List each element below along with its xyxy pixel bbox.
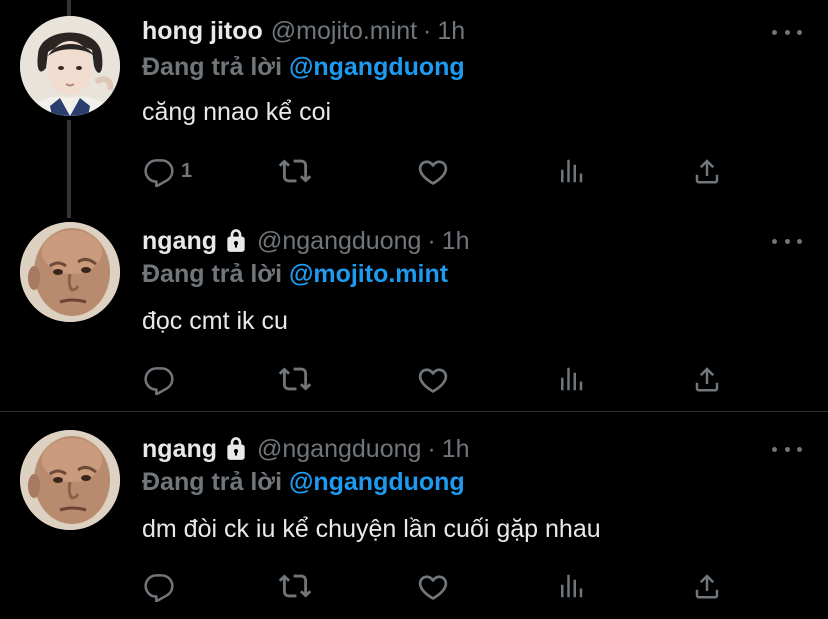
- like-button[interactable]: [416, 568, 450, 604]
- avatar-image: [20, 430, 120, 530]
- user-handle[interactable]: @ngangduong: [257, 224, 421, 258]
- timestamp[interactable]: 1h: [442, 432, 470, 466]
- retweet-icon: [278, 569, 312, 603]
- replying-to-label: Đang trả lời: [142, 468, 283, 496]
- more-icon[interactable]: [772, 25, 802, 39]
- tweet-text: dm đòi ck iu kể chuyện lần cuối gặp nhau: [142, 515, 601, 543]
- lock-icon: [223, 436, 249, 462]
- tweet[interactable]: hong jitoo @mojito.mint · 1h Đang trả lờ…: [0, 0, 828, 205]
- share-button[interactable]: [692, 361, 722, 397]
- retweet-icon: [278, 362, 312, 396]
- analytics-button[interactable]: [556, 361, 586, 397]
- like-button[interactable]: [416, 153, 450, 189]
- replying-to-label: Đang trả lời: [142, 53, 283, 81]
- replying-to: Đang trả lời @ngangduong: [142, 465, 465, 499]
- analytics-button[interactable]: [556, 153, 586, 189]
- reply-icon: [143, 363, 175, 395]
- share-button[interactable]: [692, 153, 722, 189]
- retweet-button[interactable]: [278, 361, 312, 397]
- tweet[interactable]: ngang @ngangduong · 1h Đang trả lời @moj…: [0, 205, 828, 411]
- separator: ·: [427, 435, 436, 463]
- separator: ·: [427, 227, 436, 255]
- display-name[interactable]: ngang: [142, 432, 217, 466]
- tweet-header: ngang @ngangduong · 1h: [142, 224, 470, 258]
- tweet-actions: [0, 568, 828, 604]
- reply-icon: [143, 570, 175, 602]
- tweet-text: đọc cmt ik cu: [142, 307, 288, 335]
- replying-to-handle[interactable]: @ngangduong: [289, 468, 465, 496]
- separator: ·: [423, 17, 432, 45]
- tweet-actions: 1: [0, 153, 828, 189]
- replying-to-handle[interactable]: @ngangduong: [289, 53, 465, 81]
- tweet[interactable]: ngang @ngangduong · 1h Đang trả lời @nga…: [0, 412, 828, 619]
- reply-count: 1: [181, 159, 193, 182]
- share-icon: [692, 364, 722, 394]
- timestamp[interactable]: 1h: [437, 14, 465, 48]
- display-name[interactable]: ngang: [142, 224, 217, 258]
- reply-button[interactable]: [143, 568, 175, 604]
- replying-to-label: Đang trả lời: [142, 260, 283, 288]
- replying-to: Đang trả lời @ngangduong: [142, 50, 465, 84]
- share-button[interactable]: [692, 568, 722, 604]
- reply-button[interactable]: 1: [143, 153, 192, 189]
- replying-to-handle[interactable]: @mojito.mint: [289, 260, 448, 288]
- share-icon: [692, 156, 722, 186]
- avatar[interactable]: [20, 430, 120, 530]
- user-handle[interactable]: @ngangduong: [257, 432, 421, 466]
- tweet-header: ngang @ngangduong · 1h: [142, 432, 470, 466]
- retweet-button[interactable]: [278, 153, 312, 189]
- tweet-text: căng nnao kể coi: [142, 98, 332, 126]
- analytics-button[interactable]: [556, 568, 586, 604]
- share-icon: [692, 571, 722, 601]
- analytics-icon: [556, 364, 586, 394]
- lock-icon: [223, 228, 249, 254]
- analytics-icon: [556, 156, 586, 186]
- reply-icon: [143, 155, 175, 187]
- retweet-button[interactable]: [278, 568, 312, 604]
- reply-button[interactable]: [143, 361, 175, 397]
- display-name[interactable]: hong jitoo: [142, 14, 263, 48]
- like-button[interactable]: [416, 361, 450, 397]
- user-handle[interactable]: @mojito.mint: [271, 14, 417, 48]
- timestamp[interactable]: 1h: [442, 224, 470, 258]
- avatar[interactable]: [20, 16, 120, 116]
- more-icon[interactable]: [772, 234, 802, 248]
- like-icon: [416, 154, 450, 188]
- analytics-icon: [556, 571, 586, 601]
- like-icon: [416, 569, 450, 603]
- tweet-actions: [0, 361, 828, 397]
- tweet-header: hong jitoo @mojito.mint · 1h: [142, 14, 465, 48]
- avatar-image: [20, 16, 120, 116]
- like-icon: [416, 362, 450, 396]
- avatar-image: [20, 222, 120, 322]
- more-icon[interactable]: [772, 442, 802, 456]
- avatar[interactable]: [20, 222, 120, 322]
- retweet-icon: [278, 154, 312, 188]
- replying-to: Đang trả lời @mojito.mint: [142, 257, 448, 291]
